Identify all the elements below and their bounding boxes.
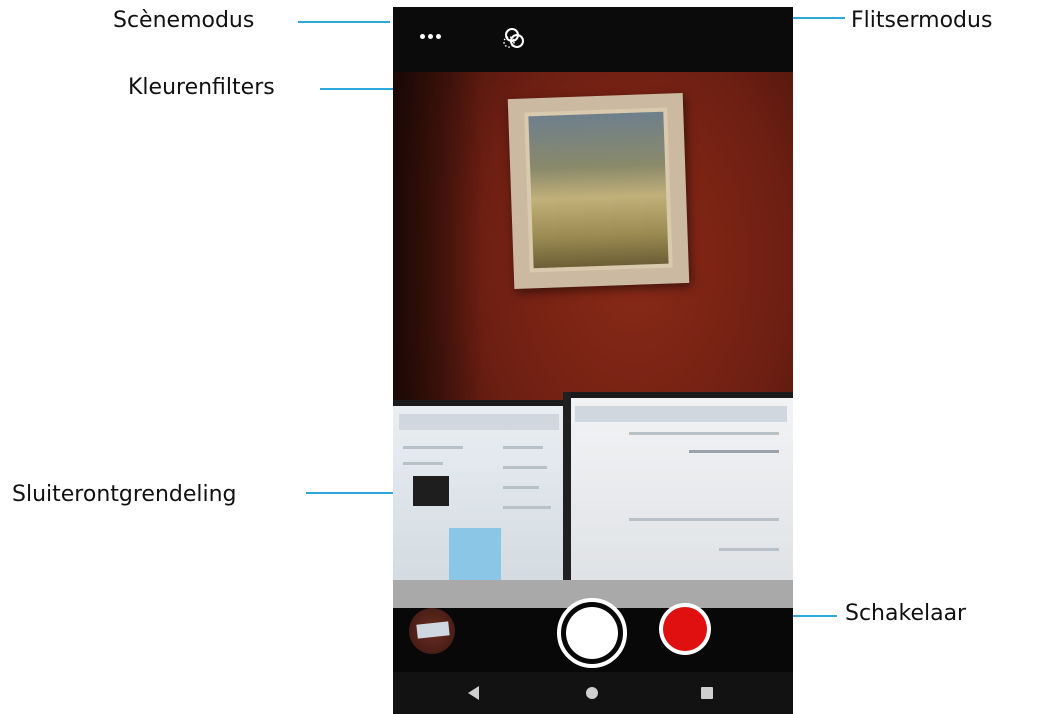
viewfinder-monitor-bezel [563, 392, 571, 608]
shutter-button[interactable] [557, 598, 627, 668]
color-filter-icon[interactable] [502, 27, 526, 51]
callout-switch: Schakelaar [845, 601, 967, 626]
video-record-button[interactable] [659, 603, 711, 655]
callout-shutter-release: Sluiterontgrendeling [12, 482, 237, 507]
nav-home-icon[interactable] [586, 687, 598, 699]
more-dots-icon[interactable] [420, 33, 442, 41]
nav-recents-icon[interactable] [701, 687, 713, 699]
camera-top-bar [393, 7, 793, 72]
callout-line-scene-mode [298, 21, 390, 23]
callout-scene-mode: Scènemodus [113, 8, 255, 33]
nav-back-icon[interactable] [468, 686, 479, 700]
viewfinder-blue-object [449, 528, 501, 580]
gallery-thumbnail[interactable] [409, 608, 455, 654]
callout-flash-mode: Flitsermodus [851, 8, 993, 33]
camera-controls-bar [393, 598, 793, 672]
camera-viewfinder[interactable] [393, 72, 793, 608]
viewfinder-picture-frame [507, 93, 690, 289]
callout-color-filters: Kleurenfilters [128, 75, 275, 100]
viewfinder-monitor-right [569, 392, 793, 608]
camera-app-screen [393, 7, 793, 714]
system-nav-bar [393, 672, 793, 714]
